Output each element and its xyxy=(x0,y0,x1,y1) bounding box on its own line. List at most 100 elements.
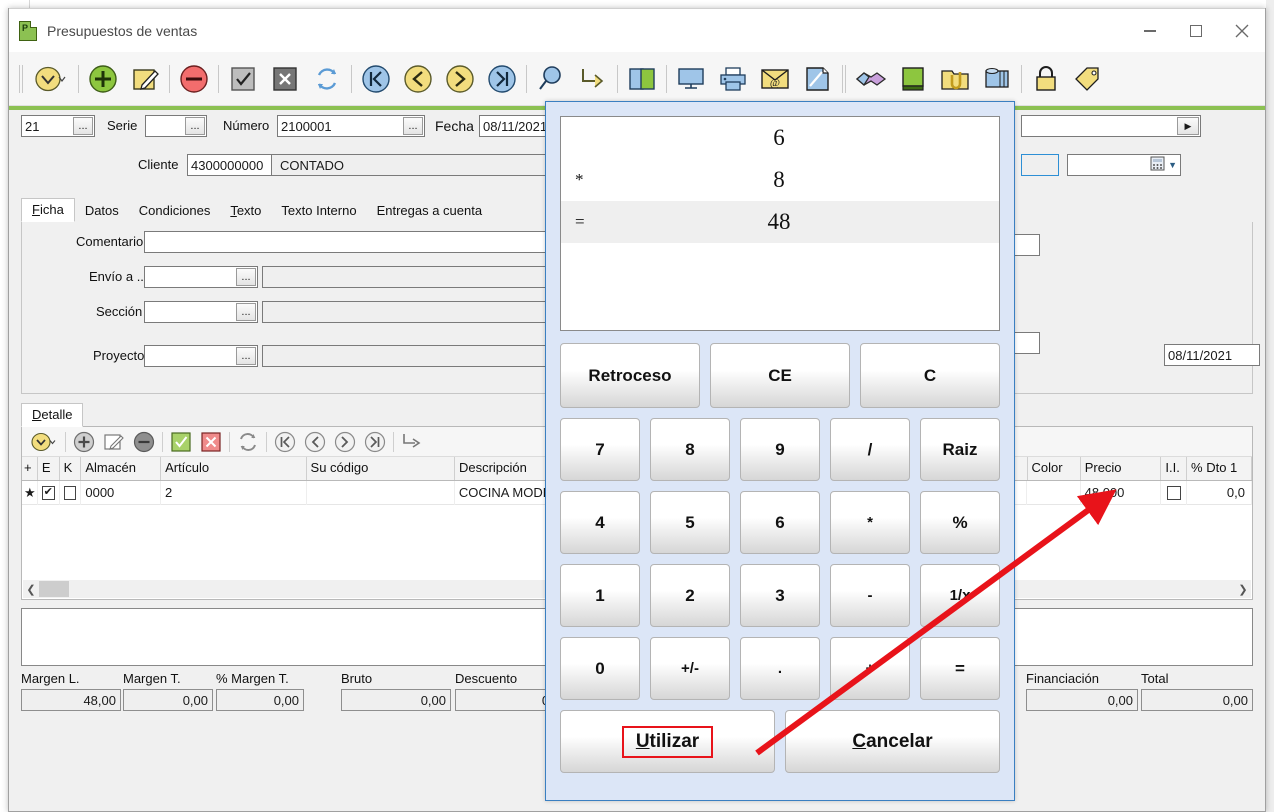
row-ii-checkbox[interactable] xyxy=(1161,480,1187,505)
digit-8-key[interactable]: 8 xyxy=(650,418,730,481)
close-button[interactable] xyxy=(1219,9,1265,53)
digit-3-key[interactable]: 3 xyxy=(740,564,820,627)
backspace-key[interactable]: Retroceso xyxy=(560,343,700,408)
preview-screen-icon[interactable] xyxy=(670,57,712,101)
detail-next-icon[interactable] xyxy=(330,429,360,455)
divide-key[interactable]: / xyxy=(830,418,910,481)
decimal-key[interactable]: . xyxy=(740,637,820,700)
maximize-button[interactable] xyxy=(1173,9,1219,53)
subtract-key[interactable]: - xyxy=(830,564,910,627)
detail-delete-icon[interactable] xyxy=(129,429,159,455)
multiply-key[interactable]: * xyxy=(830,491,910,554)
digit-1-key[interactable]: 1 xyxy=(560,564,640,627)
envio-picker-button[interactable]: ... xyxy=(236,268,256,286)
tab-detalle[interactable]: Detalle xyxy=(21,403,84,427)
scroll-right-icon[interactable]: ❯ xyxy=(1235,583,1251,596)
detail-edit-icon[interactable] xyxy=(99,429,129,455)
detail-jump-icon[interactable] xyxy=(397,429,427,455)
numero-field[interactable]: 2100001 ... xyxy=(277,115,425,137)
detail-prev-icon[interactable] xyxy=(300,429,330,455)
digit-9-key[interactable]: 9 xyxy=(740,418,820,481)
scrollbar-thumb[interactable] xyxy=(39,581,69,597)
previous-record-icon[interactable] xyxy=(397,57,439,101)
detail-refresh-icon[interactable] xyxy=(233,429,263,455)
sign-document-icon[interactable] xyxy=(796,57,838,101)
header-right-arrow-button[interactable]: ▶ xyxy=(1177,117,1199,135)
scroll-left-icon[interactable]: ❮ xyxy=(23,583,39,596)
clear-entry-key[interactable]: CE xyxy=(710,343,850,408)
dropdown-yellow-icon[interactable] xyxy=(27,57,75,101)
seccion-name-field xyxy=(262,301,584,323)
email-icon[interactable]: @ xyxy=(754,57,796,101)
agreement-icon[interactable] xyxy=(850,57,892,101)
digit-4-key[interactable]: 4 xyxy=(560,491,640,554)
detail-last-icon[interactable] xyxy=(360,429,390,455)
sign-key[interactable]: +/- xyxy=(650,637,730,700)
detail-add-icon[interactable] xyxy=(69,429,99,455)
proyecto-picker-button[interactable]: ... xyxy=(236,347,256,365)
tab-condiciones[interactable]: Condiciones xyxy=(129,200,221,222)
percent-key[interactable]: % xyxy=(920,491,1000,554)
ejercicio-picker-button[interactable]: ... xyxy=(73,117,93,135)
search-icon[interactable] xyxy=(530,57,572,101)
digit-0-key[interactable]: 0 xyxy=(560,637,640,700)
cancel-button[interactable]: Cancelar xyxy=(785,710,1000,773)
lock-icon[interactable] xyxy=(1025,57,1067,101)
row-e-checkbox[interactable]: ✔ xyxy=(38,480,60,505)
archive-icon[interactable] xyxy=(976,57,1018,101)
envio-code-input[interactable]: ... xyxy=(144,266,258,288)
serie-field[interactable]: ... xyxy=(145,115,207,137)
ficha-right-date-field[interactable]: 08/11/2021 xyxy=(1164,344,1260,366)
seccion-picker-button[interactable]: ... xyxy=(236,303,256,321)
calculator-combo-field[interactable]: ▼ xyxy=(1067,154,1181,176)
delete-record-icon[interactable] xyxy=(173,57,215,101)
tab-texto-interno[interactable]: Texto Interno xyxy=(271,200,366,222)
row-k-checkbox[interactable] xyxy=(60,480,82,505)
print-icon[interactable] xyxy=(712,57,754,101)
confirm-icon[interactable] xyxy=(222,57,264,101)
digit-6-key[interactable]: 6 xyxy=(740,491,820,554)
equals-key[interactable]: = xyxy=(920,637,1000,700)
chevron-down-icon[interactable]: ▼ xyxy=(1168,160,1177,170)
digit-5-key[interactable]: 5 xyxy=(650,491,730,554)
tab-texto[interactable]: Texto xyxy=(220,200,271,222)
add-key[interactable]: + xyxy=(830,637,910,700)
edit-record-icon[interactable] xyxy=(124,57,166,101)
header-right-field[interactable]: ▶ xyxy=(1021,115,1201,137)
detail-dropdown-icon[interactable] xyxy=(26,429,62,455)
seccion-code-input[interactable]: ... xyxy=(144,301,258,323)
last-record-icon[interactable] xyxy=(481,57,523,101)
cliente-extra-field[interactable] xyxy=(1021,154,1059,176)
serie-picker-button[interactable]: ... xyxy=(185,117,205,135)
tab-datos[interactable]: Datos xyxy=(75,200,129,222)
digit-7-key[interactable]: 7 xyxy=(560,418,640,481)
attachment-icon[interactable] xyxy=(934,57,976,101)
add-record-icon[interactable] xyxy=(82,57,124,101)
use-button[interactable]: Utilizar xyxy=(560,710,775,773)
main-toolbar: @ xyxy=(9,52,1265,106)
first-record-icon[interactable] xyxy=(355,57,397,101)
ejercicio-field[interactable]: 21 ... xyxy=(21,115,95,137)
jump-to-icon[interactable] xyxy=(572,57,614,101)
digit-2-key[interactable]: 2 xyxy=(650,564,730,627)
detail-first-icon[interactable] xyxy=(270,429,300,455)
refresh-icon[interactable] xyxy=(306,57,348,101)
book-icon[interactable] xyxy=(892,57,934,101)
sqrt-key[interactable]: Raiz xyxy=(920,418,1000,481)
calculator-icon[interactable] xyxy=(1150,156,1165,174)
next-record-icon[interactable] xyxy=(439,57,481,101)
numero-picker-button[interactable]: ... xyxy=(403,117,423,135)
proyecto-code-input[interactable]: ... xyxy=(144,345,258,367)
clear-key[interactable]: C xyxy=(860,343,1000,408)
copy-documents-icon[interactable] xyxy=(621,57,663,101)
minimize-button[interactable] xyxy=(1127,9,1173,53)
tag-icon[interactable] xyxy=(1067,57,1109,101)
tab-ficha[interactable]: Ficha xyxy=(21,198,75,222)
comentario-input[interactable] xyxy=(144,231,584,253)
row-precio: 48,000 xyxy=(1081,480,1162,505)
detail-confirm-icon[interactable] xyxy=(166,429,196,455)
detail-cancel-icon[interactable] xyxy=(196,429,226,455)
reciprocal-key[interactable]: 1/x xyxy=(920,564,1000,627)
tab-entregas[interactable]: Entregas a cuenta xyxy=(367,200,493,222)
cancel-icon[interactable] xyxy=(264,57,306,101)
